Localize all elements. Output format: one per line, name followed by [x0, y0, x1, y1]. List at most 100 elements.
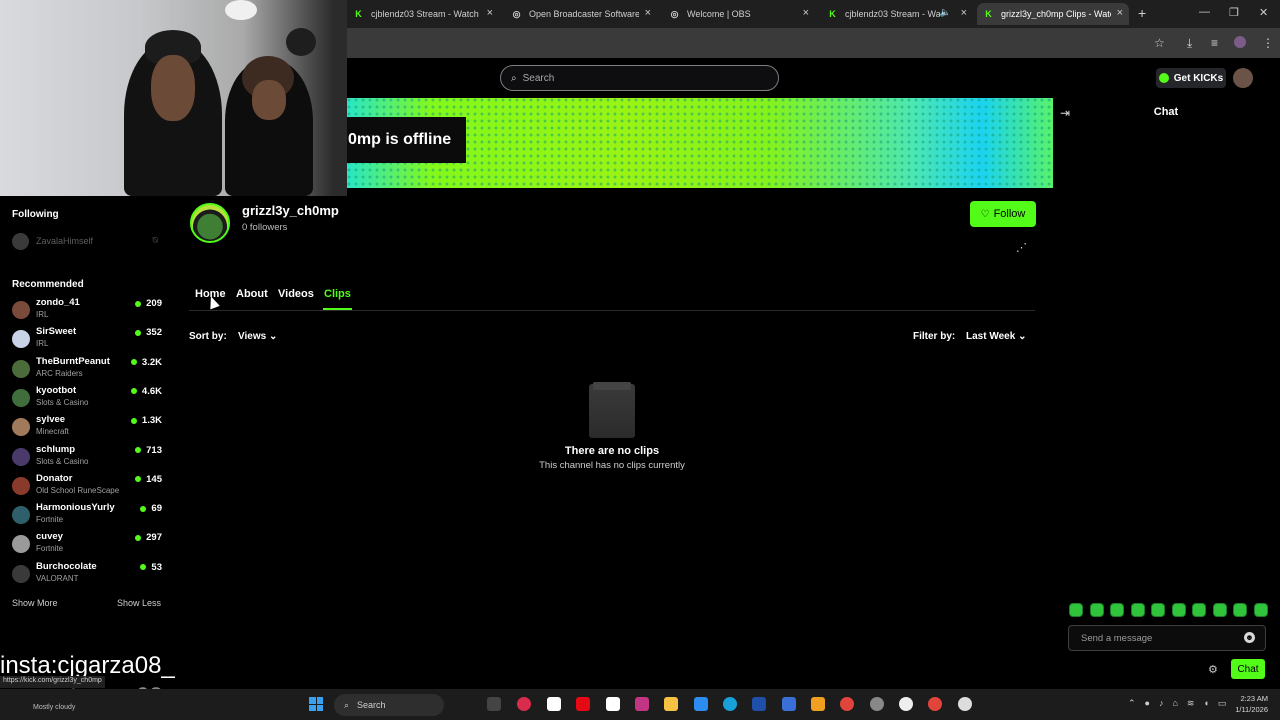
show-more-link[interactable]: Show More — [12, 598, 58, 608]
browser-tab[interactable]: K cjblendz03 Stream - Watch Live × — [347, 3, 499, 25]
store-icon[interactable] — [752, 697, 766, 711]
emote-icon[interactable] — [1151, 603, 1165, 617]
category-label: ARC Raiders — [36, 368, 83, 378]
emoji-icon[interactable]: ☻ — [1244, 632, 1255, 643]
app-icon[interactable] — [811, 697, 825, 711]
menu-kebab-icon[interactable]: ⋮ — [1262, 36, 1274, 50]
sidebar-item-cuvey[interactable]: cuvey Fortnite 297 — [12, 531, 162, 557]
emote-icon[interactable] — [1171, 603, 1186, 617]
tab-videos[interactable]: Videos — [277, 287, 315, 310]
sidebar-item-zondo_41[interactable]: zondo_41 IRL 209 — [12, 297, 162, 323]
network-icon[interactable]: ⌂ — [1172, 698, 1177, 709]
task-view-icon[interactable] — [487, 697, 501, 711]
taskbar-clock[interactable]: 2:23 AM 1/11/2026 — [1218, 693, 1268, 715]
close-icon[interactable]: × — [1117, 7, 1123, 19]
close-icon[interactable]: × — [487, 7, 493, 19]
sidebar-item-donator[interactable]: Donator Old School RuneScape 145 — [12, 473, 162, 499]
window-close-icon[interactable]: ✕ — [1259, 6, 1268, 19]
emote-icon[interactable] — [1069, 603, 1083, 617]
filter-dropdown[interactable]: Last Week ⌄ — [966, 331, 1026, 342]
viewer-count-value: 145 — [146, 473, 162, 485]
browser-tab-active[interactable]: K grizzl3y_ch0mp Clips - Watch L × — [977, 3, 1129, 25]
chat-message-input[interactable]: Send a message — [1068, 625, 1266, 651]
windows-start-icon[interactable] — [309, 697, 323, 711]
webcam-face-left — [151, 55, 195, 121]
restore-icon[interactable]: ❐ — [1229, 6, 1239, 19]
chat-send-button[interactable]: Chat — [1231, 659, 1265, 679]
close-icon[interactable]: × — [961, 7, 967, 19]
browser-tab[interactable]: K cjblendz03 Stream - Watch 🔈 × — [821, 3, 973, 25]
media-queue-icon[interactable]: ≡ — [1211, 36, 1218, 50]
mic-icon[interactable]: ♪ — [1159, 698, 1164, 709]
tab-clips[interactable]: Clips — [323, 287, 352, 310]
chrome-icon[interactable] — [840, 697, 854, 711]
copilot-icon[interactable] — [694, 697, 708, 711]
obs-icon[interactable] — [958, 697, 972, 711]
follow-button[interactable]: ♡ Follow — [970, 201, 1036, 227]
app-icon[interactable] — [517, 697, 531, 711]
netflix-icon[interactable] — [576, 697, 590, 711]
emote-icon[interactable] — [1253, 603, 1268, 617]
avatar — [12, 301, 30, 319]
emote-icon[interactable] — [1130, 603, 1145, 617]
volume-icon[interactable]: ◖ — [1203, 698, 1208, 709]
sidebar-item-harmoniousyurly[interactable]: HarmoniousYurly Fortnite 69 — [12, 502, 162, 528]
outlook-icon[interactable] — [782, 697, 796, 711]
following-heading: Following — [12, 209, 59, 220]
collapse-chat-icon[interactable]: ⇥ — [1060, 106, 1070, 120]
get-kicks-button[interactable]: Get KICKs — [1156, 68, 1226, 88]
sort-value: Views — [238, 331, 267, 342]
close-icon[interactable]: × — [645, 7, 651, 19]
chevron-up-icon[interactable]: ⌃ — [1128, 698, 1136, 709]
emote-icon[interactable] — [1212, 603, 1227, 617]
weather-label[interactable]: Mostly cloudy — [33, 704, 75, 711]
download-icon[interactable]: ⤓ — [1187, 36, 1192, 51]
channel-avatar[interactable] — [190, 203, 230, 243]
viewer-count-value: 3.2K — [141, 356, 162, 368]
share-icon[interactable]: ⋰ — [1016, 241, 1027, 254]
close-icon[interactable]: × — [803, 7, 809, 19]
gear-icon[interactable]: ⚙ — [1208, 663, 1218, 676]
chrome-profile-icon[interactable] — [928, 697, 942, 711]
profile-avatar[interactable] — [1234, 36, 1246, 48]
browser-tab[interactable]: ◎ Open Broadcaster Software | O × — [505, 3, 657, 25]
search-input[interactable]: ⌕ Search — [500, 65, 779, 91]
wifi-icon[interactable]: ≋ — [1187, 698, 1195, 709]
file-explorer-icon[interactable] — [664, 697, 678, 711]
new-tab-icon[interactable]: + — [1138, 5, 1146, 21]
bookmark-star-icon[interactable]: ☆ — [1154, 36, 1165, 50]
sidebar-item-theburntpeanut[interactable]: TheBurntPeanut ARC Raiders 3.2K — [12, 356, 162, 382]
live-dot-icon — [130, 417, 137, 424]
show-less-link[interactable]: Show Less — [117, 598, 161, 608]
user-avatar[interactable] — [1233, 68, 1253, 88]
tray-app-icon[interactable]: ● — [1145, 698, 1150, 709]
sidebar-item-sylvee[interactable]: sylvee Minecraft 1.3K — [12, 414, 162, 440]
speaker-icon[interactable]: 🔈 — [940, 7, 951, 18]
edge-icon[interactable] — [723, 697, 737, 711]
channel-name[interactable]: grizzl3y_ch0mp — [242, 203, 339, 218]
search-placeholder: Search — [522, 72, 555, 84]
minimize-icon[interactable]: — — [1199, 6, 1210, 18]
viewer-count: 69 — [140, 503, 162, 514]
taskbar-search[interactable]: ⌕ Search — [334, 694, 444, 716]
following-item[interactable]: ZavalaHimself ⍉ — [12, 232, 162, 250]
tiktok-icon[interactable] — [547, 697, 561, 711]
emote-icon[interactable] — [1233, 603, 1247, 617]
tab-about[interactable]: About — [235, 287, 269, 310]
emote-icon[interactable] — [1089, 603, 1104, 617]
settings-icon[interactable] — [870, 697, 884, 711]
sort-dropdown[interactable]: Views ⌄ — [238, 331, 277, 342]
sidebar-item-schlump[interactable]: schlump Slots & Casino 713 — [12, 444, 162, 470]
avatar — [12, 476, 30, 495]
amazon-icon[interactable] — [606, 697, 620, 711]
avatar — [12, 330, 30, 349]
browser-tab[interactable]: ◎ Welcome | OBS × — [663, 3, 815, 25]
empty-state-subtitle: This channel has no clips currently — [539, 460, 685, 471]
emote-icon[interactable] — [1110, 603, 1124, 617]
instagram-icon[interactable] — [635, 697, 649, 711]
media-player-icon[interactable] — [899, 697, 913, 711]
sidebar-item-kyootbot[interactable]: kyootbot Slots & Casino 4.6K — [12, 385, 162, 411]
sidebar-item-sirsweet[interactable]: SirSweet IRL 352 — [12, 326, 162, 352]
sidebar-item-burchocolate[interactable]: Burchocolate VALORANT 53 — [12, 561, 162, 587]
emote-icon[interactable] — [1192, 603, 1206, 617]
